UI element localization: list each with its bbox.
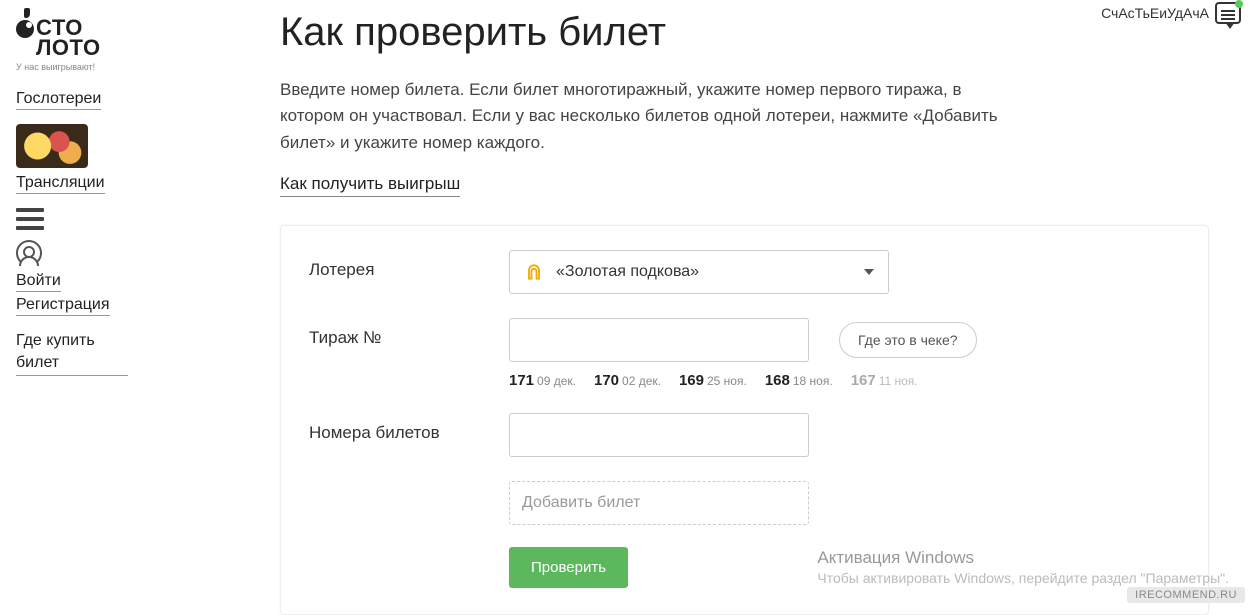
reviewer-username: СчАсТьЕиУдАчА [1101, 2, 1241, 24]
nav-register[interactable]: Регистрация [16, 296, 110, 316]
logo[interactable]: СТО ЛОТО У нас выигрывают! [16, 18, 128, 72]
menu-icon[interactable] [16, 208, 44, 230]
logo-ball-icon [16, 20, 34, 38]
nav-broadcasts[interactable]: Трансляции [16, 174, 105, 194]
draw-item[interactable]: 17002 дек. [594, 372, 661, 389]
site-watermark: IRECOMMEND.RU [1127, 587, 1245, 603]
sidebar: СТО ЛОТО У нас выигрывают! Гослотереи Тр… [0, 0, 140, 607]
add-ticket-button[interactable]: Добавить билет [509, 481, 809, 525]
nav-where-to-buy[interactable]: Где купить билет [16, 330, 128, 377]
nav-login[interactable]: Войти [16, 272, 61, 292]
tickets-input[interactable] [509, 413, 809, 457]
draw-item[interactable]: 16925 ноя. [679, 372, 747, 389]
logo-tagline: У нас выигрывают! [16, 62, 128, 72]
draw-label: Тираж № [309, 318, 509, 348]
lottery-select[interactable]: «Золотая подкова» [509, 250, 889, 294]
logo-apostrophe-icon [24, 8, 30, 18]
chevron-down-icon [864, 269, 874, 275]
draw-item[interactable]: 17109 дек. [509, 372, 576, 389]
page-title: Как проверить билет [280, 10, 1209, 55]
intro-text: Введите номер билета. Если билет многоти… [280, 77, 1000, 156]
lottery-label: Лотерея [309, 250, 509, 280]
check-ticket-form: Лотерея «Золотая подкова» Тираж № [280, 225, 1209, 615]
horseshoe-icon [524, 262, 544, 282]
check-button[interactable]: Проверить [509, 547, 628, 588]
main-content: Как проверить билет Введите номер билета… [140, 0, 1249, 607]
tickets-label: Номера билетов [309, 413, 509, 443]
draw-input[interactable] [509, 318, 809, 362]
receipt-hint-button[interactable]: Где это в чеке? [839, 322, 977, 358]
user-icon[interactable] [16, 240, 42, 266]
draw-item[interactable]: 16711 ноя. [851, 372, 918, 389]
recent-draws: 17109 дек. 17002 дек. 16925 ноя. 16818 н… [509, 372, 1180, 389]
nav-lotteries[interactable]: Гослотереи [16, 90, 101, 110]
chat-icon [1215, 2, 1241, 24]
logo-text-2: ЛОТО [36, 38, 128, 58]
lottery-value: «Золотая подкова» [556, 263, 699, 281]
draw-item[interactable]: 16818 ноя. [765, 372, 833, 389]
winnings-link[interactable]: Как получить выигрыш [280, 174, 460, 197]
broadcast-thumbnail[interactable] [16, 124, 88, 168]
